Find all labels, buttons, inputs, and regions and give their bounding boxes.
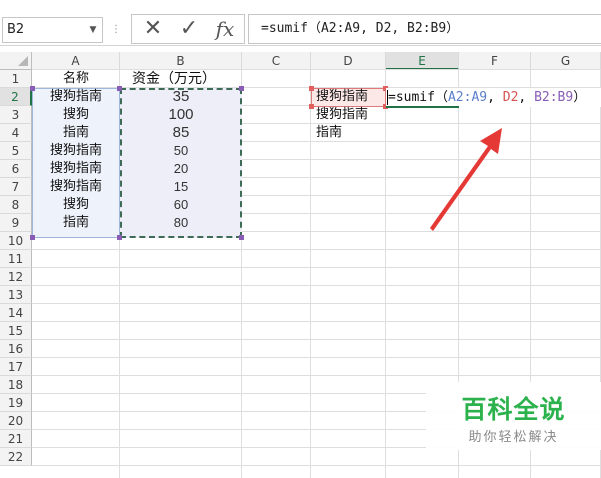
cell-b2[interactable]: 35	[120, 88, 242, 106]
text-cursor	[387, 90, 388, 105]
row-header-18[interactable]: 18	[0, 376, 32, 394]
cell-d4[interactable]: 指南	[316, 124, 342, 142]
annotation-arrow-icon	[430, 128, 502, 231]
cell-b5[interactable]: 50	[120, 142, 242, 160]
row-header-13[interactable]: 13	[0, 286, 32, 304]
column-header-d[interactable]: D	[311, 52, 386, 70]
row-header-11[interactable]: 11	[0, 250, 32, 268]
grid-row-line	[32, 339, 601, 340]
grid-row-line	[32, 285, 601, 286]
column-header-g[interactable]: G	[531, 52, 601, 70]
formula-bar-grip-icon: ⋮	[111, 24, 121, 35]
formula-suffix: ）	[573, 90, 587, 105]
row-header-21[interactable]: 21	[0, 430, 32, 448]
grid-row-line	[32, 267, 601, 268]
cell-b9[interactable]: 80	[120, 214, 242, 232]
cell-b4[interactable]: 85	[120, 124, 242, 142]
cell-d2[interactable]: 搜狗指南	[316, 88, 368, 106]
row-header-19[interactable]: 19	[0, 394, 32, 412]
range-handle[interactable]	[30, 235, 35, 240]
cell-a2[interactable]: 搜狗指南	[32, 88, 120, 106]
row-header-14[interactable]: 14	[0, 304, 32, 322]
row-header-20[interactable]: 20	[0, 412, 32, 430]
grid-row-line	[32, 321, 601, 322]
formula-input[interactable]: =sumif（A2:A9, D2, B2:B9）	[248, 14, 601, 44]
column-header-a[interactable]: A	[32, 52, 120, 70]
select-all-triangle-icon	[18, 56, 28, 66]
cell-a8[interactable]: 搜狗	[32, 196, 120, 214]
active-cell-indicator	[386, 106, 459, 108]
range-handle[interactable]	[309, 104, 314, 109]
insert-function-icon[interactable]: fx	[208, 14, 242, 44]
cell-b3[interactable]: 100	[120, 106, 242, 124]
cell-a7[interactable]: 搜狗指南	[32, 178, 120, 196]
cell-d3[interactable]: 搜狗指南	[316, 106, 368, 124]
row-header-17[interactable]: 17	[0, 358, 32, 376]
formula-sep: ,	[487, 90, 503, 105]
cell-a5[interactable]: 搜狗指南	[32, 142, 120, 160]
range-handle[interactable]	[117, 235, 122, 240]
cell-a4[interactable]: 指南	[32, 124, 120, 142]
row-header-22[interactable]: 22	[0, 448, 32, 466]
range-handle[interactable]	[309, 86, 314, 91]
grid-column-line	[385, 70, 386, 478]
column-header-c[interactable]: C	[242, 52, 311, 70]
formula-sep: ,	[518, 90, 535, 105]
watermark-logo-text: 百科全说	[461, 395, 566, 424]
row-header-10[interactable]: 10	[0, 232, 32, 250]
formula-arg-range-a: A2:A9	[447, 90, 488, 105]
column-header-b[interactable]: B	[120, 52, 242, 70]
row-header-1[interactable]: 1	[0, 70, 32, 88]
cell-e2-formula[interactable]: =sumif（A2:A9, D2, B2:B9）	[388, 88, 586, 107]
formula-arg-sum-range: B2:B9	[534, 90, 574, 105]
cell-a1[interactable]: 名称	[32, 70, 120, 88]
cell-a6[interactable]: 搜狗指南	[32, 160, 120, 178]
range-handle[interactable]	[239, 235, 244, 240]
watermark-subtitle: 助你轻松解决	[468, 430, 559, 445]
grid-column-line	[310, 70, 311, 478]
grid-row-line	[32, 465, 601, 466]
row-header-4[interactable]: 4	[0, 124, 32, 142]
grid-row-line	[32, 249, 601, 250]
row-header-15[interactable]: 15	[0, 322, 32, 340]
column-header-f[interactable]: F	[459, 52, 531, 70]
formula-arg-criteria: D2	[502, 90, 519, 105]
enter-icon[interactable]: ✓	[174, 14, 204, 44]
cancel-icon[interactable]: ✕	[138, 14, 168, 44]
row-header-2[interactable]: 2	[0, 88, 32, 106]
row-header-12[interactable]: 12	[0, 268, 32, 286]
name-box-dropdown-icon[interactable]: ▼	[86, 17, 100, 43]
row-header-7[interactable]: 7	[0, 178, 32, 196]
grid-row-line	[32, 375, 601, 376]
cell-b8[interactable]: 60	[120, 196, 242, 214]
row-header-5[interactable]: 5	[0, 142, 32, 160]
row-header-16[interactable]: 16	[0, 340, 32, 358]
column-header-e[interactable]: E	[386, 52, 459, 70]
row-header-3[interactable]: 3	[0, 106, 32, 124]
grid-row-line	[32, 357, 601, 358]
cell-b7[interactable]: 15	[120, 178, 242, 196]
cell-a9[interactable]: 指南	[32, 214, 120, 232]
row-header-6[interactable]: 6	[0, 160, 32, 178]
cell-a3[interactable]: 搜狗	[32, 106, 120, 124]
row-header-8[interactable]: 8	[0, 196, 32, 214]
row-header-9[interactable]: 9	[0, 214, 32, 232]
formula-prefix: =sumif（	[388, 90, 448, 105]
grid-row-line	[32, 303, 601, 304]
cell-b1[interactable]: 资金（万元）	[132, 70, 254, 88]
cell-b6[interactable]: 20	[120, 160, 242, 178]
